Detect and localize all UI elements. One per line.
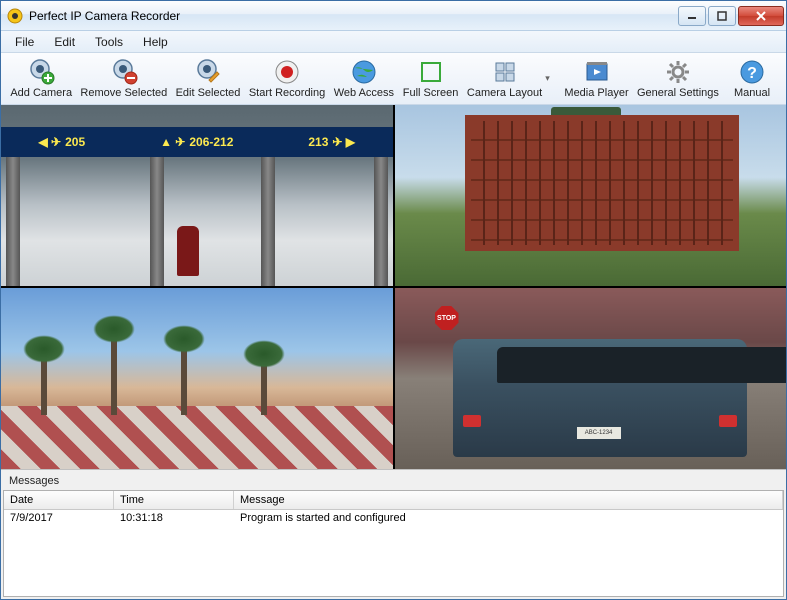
web-access-label: Web Access xyxy=(334,87,394,99)
camera-feed-2[interactable] xyxy=(395,105,787,286)
media-player-label: Media Player xyxy=(564,87,628,99)
gear-icon xyxy=(664,58,692,86)
messages-table[interactable]: Date Time Message 7/9/2017 10:31:18 Prog… xyxy=(3,490,784,597)
msg-text: Program is started and configured xyxy=(234,510,783,526)
menubar: File Edit Tools Help xyxy=(1,31,786,53)
manual-label: Manual xyxy=(734,87,770,99)
col-header-message[interactable]: Message xyxy=(234,491,783,509)
window-controls xyxy=(678,6,784,26)
license-plate: ABC-1234 xyxy=(577,427,621,439)
messages-panel: Messages Date Time Message 7/9/2017 10:3… xyxy=(1,469,786,599)
msg-date: 7/9/2017 xyxy=(4,510,114,526)
fullscreen-icon xyxy=(417,58,445,86)
remove-selected-label: Remove Selected xyxy=(80,87,167,99)
camera-remove-icon xyxy=(110,58,138,86)
camera-feed-3[interactable] xyxy=(1,288,393,469)
remove-selected-button[interactable]: Remove Selected xyxy=(77,56,170,101)
titlebar: Perfect IP Camera Recorder xyxy=(1,1,786,31)
camera-edit-icon xyxy=(194,58,222,86)
add-camera-label: Add Camera xyxy=(10,87,72,99)
messages-label: Messages xyxy=(3,472,784,490)
message-row[interactable]: 7/9/2017 10:31:18 Program is started and… xyxy=(4,510,783,526)
airport-signs: ◀ ✈ 205 ▲ ✈ 206-212 213 ✈ ▶ xyxy=(1,127,393,157)
close-button[interactable] xyxy=(738,6,784,26)
camera-layout-button[interactable]: Camera Layout xyxy=(464,56,546,101)
globe-icon xyxy=(350,58,378,86)
grid-icon xyxy=(491,58,519,86)
menu-tools[interactable]: Tools xyxy=(85,33,133,51)
add-camera-button[interactable]: Add Camera xyxy=(7,56,75,101)
menu-file[interactable]: File xyxy=(5,33,44,51)
camera-layout-label: Camera Layout xyxy=(467,87,542,99)
camera-feed-1[interactable]: ◀ ✈ 205 ▲ ✈ 206-212 213 ✈ ▶ xyxy=(1,105,393,286)
gate-sign-213: 213 xyxy=(308,135,328,149)
full-screen-button[interactable]: Full Screen xyxy=(399,56,461,101)
col-header-time[interactable]: Time xyxy=(114,491,234,509)
full-screen-label: Full Screen xyxy=(403,87,459,99)
start-recording-label: Start Recording xyxy=(249,87,325,99)
web-access-button[interactable]: Web Access xyxy=(330,56,397,101)
msg-time: 10:31:18 xyxy=(114,510,234,526)
messages-header: Date Time Message xyxy=(4,491,783,510)
gate-sign-205: 205 xyxy=(65,135,85,149)
help-icon: ? xyxy=(738,58,766,86)
app-icon xyxy=(7,8,23,24)
stop-sign: STOP xyxy=(435,306,459,330)
camera-feed-4[interactable]: STOP ABC-1234 xyxy=(395,288,787,469)
svg-text:?: ? xyxy=(747,65,757,82)
menu-edit[interactable]: Edit xyxy=(44,33,85,51)
general-settings-label: General Settings xyxy=(637,87,719,99)
minimize-button[interactable] xyxy=(678,6,706,26)
media-player-button[interactable]: Media Player xyxy=(561,56,632,101)
camera-grid: ◀ ✈ 205 ▲ ✈ 206-212 213 ✈ ▶ STOP ABC-123… xyxy=(1,105,786,469)
start-recording-button[interactable]: Start Recording xyxy=(246,56,329,101)
camera-layout-dropdown[interactable]: ▾ xyxy=(545,73,553,84)
gate-sign-206-212: 206-212 xyxy=(189,135,233,149)
edit-selected-button[interactable]: Edit Selected xyxy=(172,56,243,101)
maximize-button[interactable] xyxy=(708,6,736,26)
col-header-date[interactable]: Date xyxy=(4,491,114,509)
manual-button[interactable]: ? Manual xyxy=(724,56,780,101)
toolbar: Add Camera Remove Selected Edit Selected… xyxy=(1,53,786,105)
general-settings-button[interactable]: General Settings xyxy=(634,56,722,101)
media-player-icon xyxy=(583,58,611,86)
window-title: Perfect IP Camera Recorder xyxy=(29,9,678,23)
app-window: Perfect IP Camera Recorder File Edit Too… xyxy=(0,0,787,600)
record-icon xyxy=(273,58,301,86)
edit-selected-label: Edit Selected xyxy=(176,87,241,99)
camera-add-icon xyxy=(27,58,55,86)
menu-help[interactable]: Help xyxy=(133,33,178,51)
